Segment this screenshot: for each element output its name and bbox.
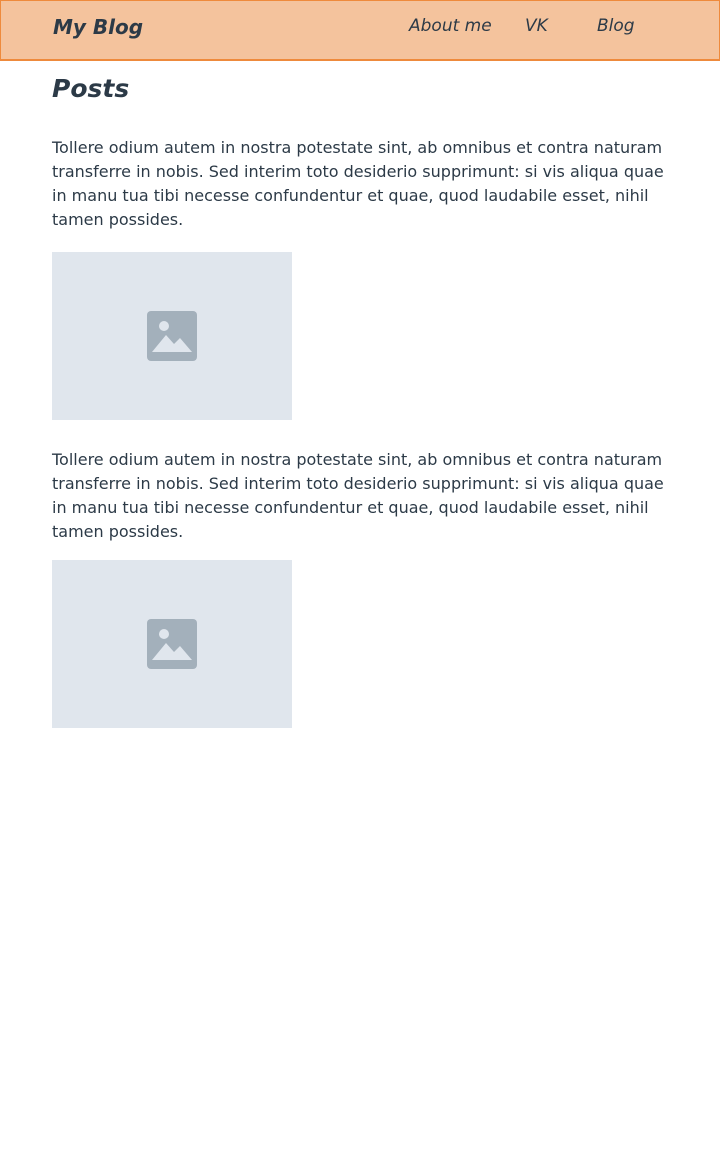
post-text: Tollere odium autem in nostra potestate … <box>52 138 664 229</box>
brand-logo-link[interactable]: My Blog <box>53 15 143 39</box>
image-placeholder-icon <box>147 619 197 669</box>
site-header: My Blog About me VK Blog <box>0 0 720 61</box>
post-text: Tollere odium autem in nostra potestate … <box>52 450 664 541</box>
nav-link-about-me[interactable]: About me <box>409 16 492 36</box>
nav-link-vk[interactable]: VK <box>525 16 548 36</box>
post-image-placeholder <box>52 560 292 728</box>
image-placeholder-icon <box>147 311 197 361</box>
nav-link-blog[interactable]: Blog <box>597 16 635 36</box>
page-title: Posts <box>52 74 130 103</box>
post-image-placeholder <box>52 252 292 420</box>
